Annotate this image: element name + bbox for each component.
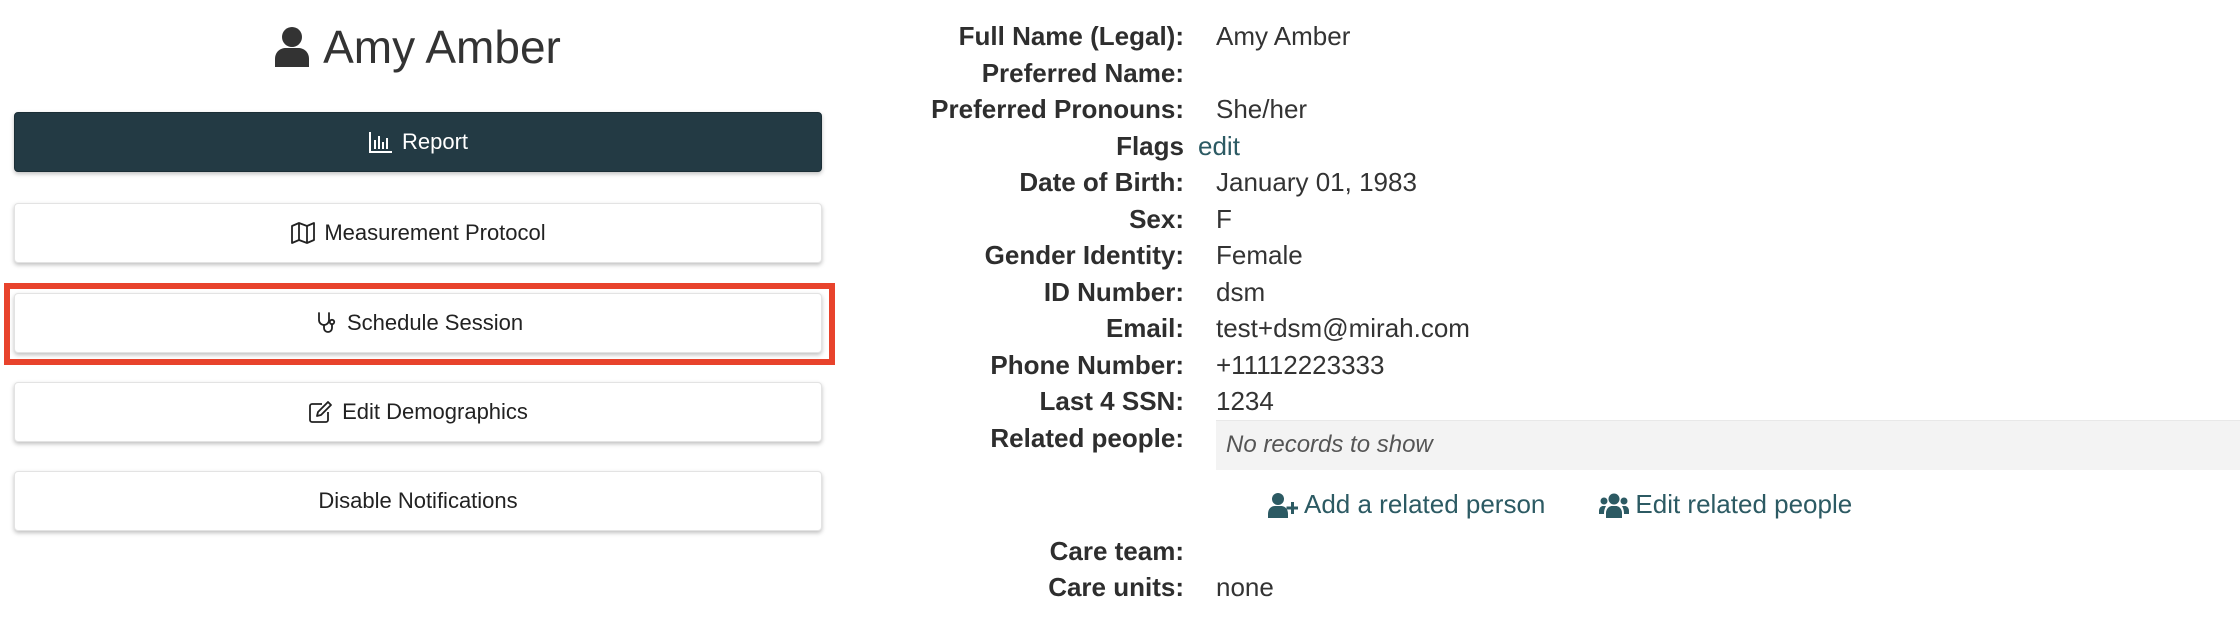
care-team-label: Care team:	[1049, 535, 1184, 566]
ssn-value: 1234	[1216, 386, 1274, 416]
id-label: ID Number:	[1043, 276, 1184, 307]
patient-details: Full Name (Legal): Amy Amber Preferred N…	[900, 18, 2240, 606]
dob-label: Date of Birth:	[1019, 167, 1184, 197]
phone-label: Phone Number:	[990, 349, 1184, 380]
edit-related-people-label: Edit related people	[1635, 489, 1853, 519]
detail-row-care-units: Care units: none	[900, 569, 2240, 606]
detail-row-related-people: Related people: No records to show	[900, 419, 2240, 477]
stethoscope-icon	[318, 312, 336, 333]
patient-name: Amy Amber	[323, 21, 561, 73]
report-button-label: Report	[401, 129, 469, 154]
report-button[interactable]: Report	[14, 112, 822, 172]
id-value: dsm	[1216, 276, 1266, 307]
ssn-label: Last 4 SSN:	[1039, 386, 1185, 416]
add-related-person-link[interactable]: Add a related person	[1268, 489, 1545, 520]
edit-demographics-label: Edit Demographics	[342, 399, 528, 424]
user-icon	[275, 27, 310, 67]
measurement-protocol-button[interactable]: Measurement Protocol	[14, 203, 822, 263]
email-label: Email:	[1105, 313, 1184, 343]
related-people-label: Related people:	[990, 422, 1184, 453]
edit-icon	[309, 401, 332, 423]
detail-row-gender: Gender Identity: Female	[900, 237, 2240, 274]
detail-row-pronouns: Preferred Pronouns: She/her	[900, 91, 2240, 128]
preferred-name-label: Preferred Name:	[981, 57, 1184, 88]
detail-row-id: ID Number: dsm	[900, 274, 2240, 311]
user-plus-icon	[1268, 492, 1298, 518]
related-people-empty: No records to show	[1226, 431, 1433, 458]
detail-row-flags: Flags edit	[900, 128, 2240, 165]
flags-label: Flags	[1116, 130, 1184, 161]
detail-row-full-name: Full Name (Legal): Amy Amber	[900, 18, 2240, 55]
care-units-value: none	[1216, 572, 1274, 602]
phone-value: +11112223333	[1216, 349, 1385, 380]
patient-actions-panel: Amy Amber Report Measurement Protocol Sc…	[4, 0, 835, 531]
disable-notifications-label: Disable Notifications	[318, 488, 518, 513]
detail-row-sex: Sex: F	[900, 201, 2240, 238]
disable-notifications-button[interactable]: Disable Notifications	[14, 471, 822, 531]
detail-row-dob: Date of Birth: January 01, 1983	[900, 164, 2240, 201]
sex-value: F	[1216, 203, 1232, 234]
pronouns-value: She/her	[1216, 94, 1308, 124]
full-name-label: Full Name (Legal):	[958, 21, 1184, 51]
related-people-actions: Add a related person Edit related people	[1268, 477, 2240, 533]
dob-value: January 01, 1983	[1216, 167, 1417, 197]
detail-row-care-team: Care team:	[900, 533, 2240, 570]
gender-value: Female	[1216, 240, 1303, 270]
related-people-table: No records to show	[1216, 419, 2240, 470]
bar-chart-icon	[368, 132, 392, 153]
full-name-value: Amy Amber	[1216, 21, 1351, 51]
schedule-session-button[interactable]: Schedule Session	[14, 293, 822, 353]
edit-demographics-button[interactable]: Edit Demographics	[14, 382, 822, 442]
patient-page: Amy Amber Report Measurement Protocol Sc…	[0, 0, 2240, 632]
patient-header: Amy Amber	[14, 0, 822, 94]
edit-related-people-link[interactable]: Edit related people	[1599, 489, 1852, 520]
add-related-person-label: Add a related person	[1304, 489, 1546, 519]
pronouns-label: Preferred Pronouns:	[931, 94, 1184, 124]
email-value: test+dsm@mirah.com	[1216, 313, 1470, 343]
gender-label: Gender Identity:	[984, 240, 1184, 270]
schedule-session-label: Schedule Session	[346, 310, 524, 335]
sex-label: Sex:	[1129, 203, 1184, 234]
care-units-label: Care units:	[1048, 572, 1184, 602]
map-icon	[291, 222, 316, 244]
detail-row-phone: Phone Number: +11112223333	[900, 347, 2240, 384]
detail-row-preferred-name: Preferred Name:	[900, 55, 2240, 92]
flags-edit-link[interactable]: edit	[1198, 128, 1240, 164]
detail-row-ssn: Last 4 SSN: 1234	[900, 383, 2240, 420]
detail-row-email: Email: test+dsm@mirah.com	[900, 310, 2240, 347]
users-icon	[1599, 493, 1630, 518]
measurement-protocol-label: Measurement Protocol	[324, 220, 546, 245]
